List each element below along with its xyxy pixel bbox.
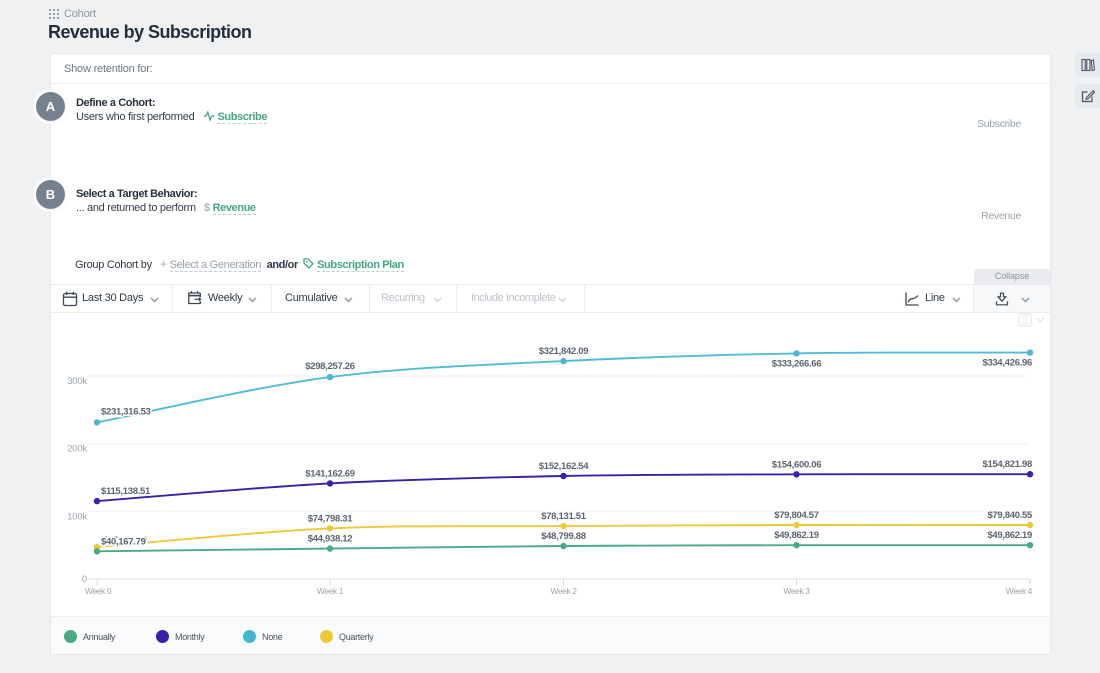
svg-text:Week 3: Week 3 [783,586,810,596]
svg-text:Week 1: Week 1 [317,586,344,596]
svg-text:$49,862.19: $49,862.19 [987,530,1032,541]
svg-text:Week 2: Week 2 [550,586,577,596]
svg-text:$334,426.96: $334,426.96 [982,358,1032,369]
svg-text:$49,862.19: $49,862.19 [774,530,819,541]
svg-text:$44,938.12: $44,938.12 [308,534,353,545]
svg-text:$79,840.55: $79,840.55 [987,510,1033,521]
svg-text:$74,798.31: $74,798.31 [308,513,354,524]
svg-text:200k: 200k [67,444,87,455]
svg-text:$154,821.98: $154,821.98 [982,459,1032,470]
svg-text:$141,162.69: $141,162.69 [305,468,355,479]
svg-text:$333,266.66: $333,266.66 [772,358,822,369]
svg-text:$321,842.09: $321,842.09 [539,346,589,357]
svg-text:Week 0: Week 0 [85,586,112,596]
svg-text:100k: 100k [67,511,87,522]
svg-text:$152,162.54: $152,162.54 [539,461,590,472]
svg-text:$40,167.79: $40,167.79 [101,536,146,547]
svg-text:$79,804.57: $79,804.57 [774,510,819,521]
svg-text:$154,600.06: $154,600.06 [772,459,822,470]
svg-text:Week 4: Week 4 [1006,586,1033,596]
svg-text:$48,799.88: $48,799.88 [541,531,586,542]
svg-text:300k: 300k [67,376,87,387]
svg-text:$78,131.51: $78,131.51 [541,511,587,522]
svg-text:$115,138.51: $115,138.51 [101,486,151,497]
svg-text:$231,316.53: $231,316.53 [101,406,151,417]
svg-text:0: 0 [82,574,87,585]
svg-text:$298,257.26: $298,257.26 [305,361,355,372]
